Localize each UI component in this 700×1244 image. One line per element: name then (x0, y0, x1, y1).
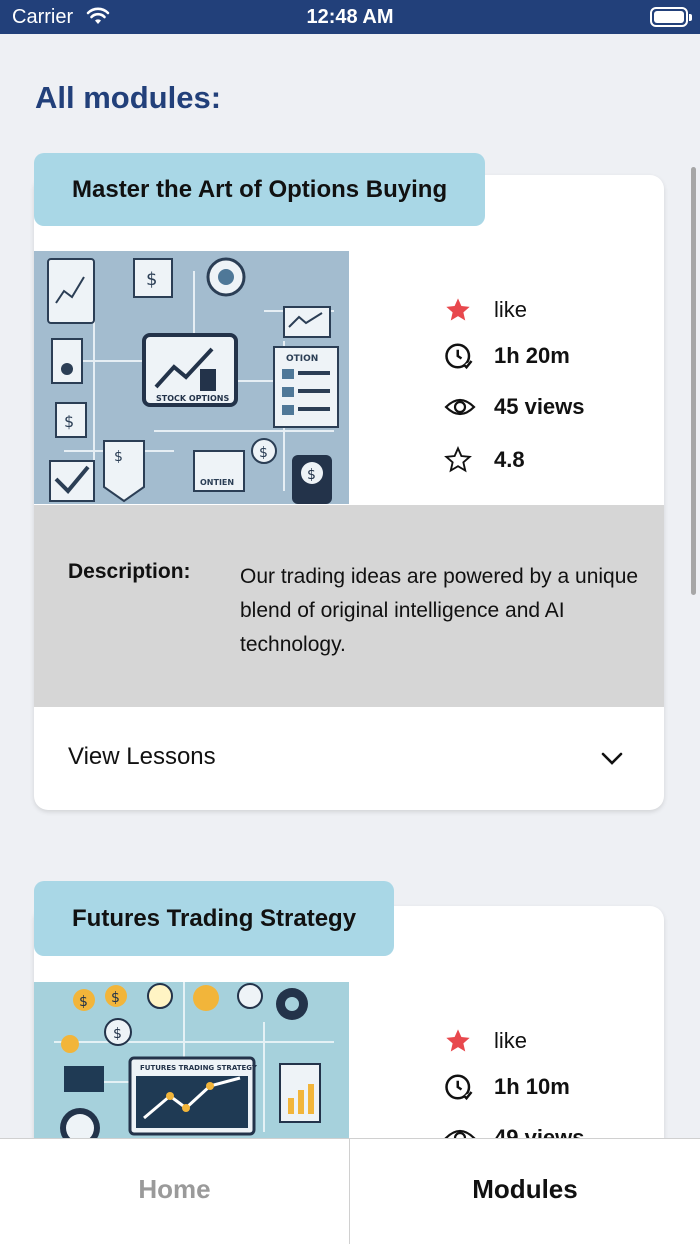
svg-text:$: $ (111, 990, 120, 1006)
description-text: Our trading ideas are powered by a uniqu… (240, 565, 639, 656)
tab-modules[interactable]: Modules (350, 1139, 700, 1244)
status-bar: Carrier 12:48 AM (0, 0, 700, 34)
views-value: 45 views (494, 394, 585, 419)
svg-text:$: $ (114, 449, 123, 465)
rating-value: 4.8 (494, 447, 525, 472)
eye-icon (444, 390, 480, 424)
chevron-down-icon (600, 751, 624, 772)
module-title: Master the Art of Options Buying (34, 153, 486, 226)
view-lessons-toggle[interactable]: View Lessons (34, 707, 664, 810)
status-time: 12:48 AM (306, 6, 394, 28)
rating-stat: 4.8 (444, 443, 664, 477)
star-filled-icon (444, 1024, 480, 1058)
star-filled-icon (444, 293, 480, 327)
scrollbar[interactable] (691, 167, 696, 595)
page-title: All modules: (35, 80, 222, 115)
view-lessons-label: View Lessons (68, 743, 216, 770)
star-outline-icon (444, 443, 480, 477)
description-label: Description: (68, 560, 191, 583)
duration-value: 1h 20m (494, 343, 570, 368)
like-label: like (494, 297, 528, 322)
svg-text:$: $ (79, 994, 88, 1010)
svg-text:$: $ (259, 445, 268, 461)
thumbnail-caption: STOCK OPTIONS (156, 394, 229, 403)
description-section: Description: Our trading ideas are power… (34, 505, 664, 707)
thumbnail-label: ONTIEN (200, 478, 234, 487)
thumbnail-caption: FUTURES TRADING STRATEGY (140, 1064, 258, 1072)
module-title: Futures Trading Strategy (34, 881, 395, 956)
duration-stat: 1h 10m (444, 1070, 664, 1104)
duration-value: 1h 10m (494, 1074, 570, 1099)
module-thumbnail: $ STOCK OPTIONS OTION $ $ ONTIEN $ $ (34, 251, 349, 504)
svg-text:$: $ (64, 412, 74, 431)
svg-text:$: $ (146, 269, 157, 290)
svg-text:$: $ (307, 467, 316, 483)
duration-stat: 1h 20m (444, 339, 664, 373)
views-stat: 45 views (444, 390, 664, 424)
tab-bar: Home Modules (0, 1138, 700, 1244)
thumbnail-label: OTION (286, 354, 318, 364)
clock-check-icon (444, 339, 480, 373)
like-button[interactable]: like (444, 293, 664, 327)
like-label: like (494, 1028, 528, 1053)
clock-check-icon (444, 1070, 480, 1104)
like-button[interactable]: like (444, 1024, 664, 1058)
svg-text:$: $ (113, 1026, 122, 1042)
module-card[interactable]: $ STOCK OPTIONS OTION $ $ ONTIEN $ $ lik… (34, 175, 664, 810)
battery-icon (650, 7, 692, 27)
tab-home[interactable]: Home (0, 1139, 350, 1244)
